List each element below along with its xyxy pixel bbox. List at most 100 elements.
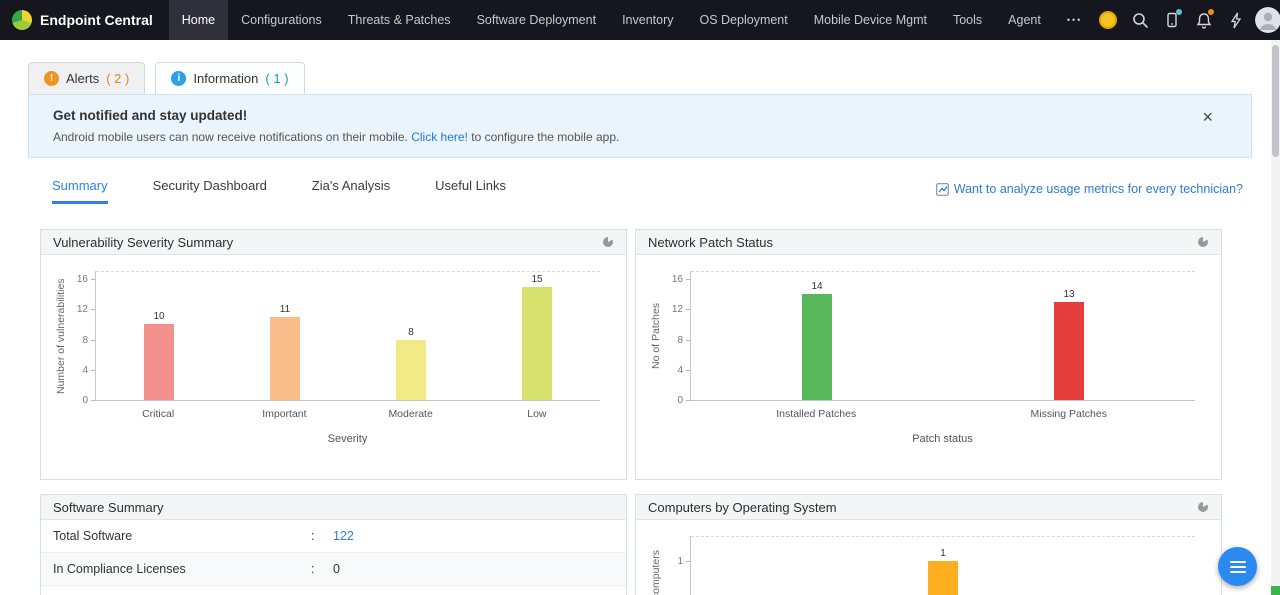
y-axis: 1 bbox=[662, 536, 690, 595]
pie-menu-icon[interactable] bbox=[602, 236, 614, 248]
software-summary-row: In Compliance Licenses : 0 bbox=[41, 553, 626, 586]
plot-area: 10 11 8 15 bbox=[95, 271, 600, 401]
floating-menu-button[interactable] bbox=[1218, 547, 1257, 586]
y-axis-label: Number of vulnerabilities bbox=[51, 271, 67, 401]
patch-bar-chart: No of Patches04812161413Installed Patche… bbox=[636, 255, 1221, 445]
separator: : bbox=[311, 562, 333, 576]
nav-item-home[interactable]: Home bbox=[169, 0, 228, 40]
bar-slot: 8 bbox=[396, 327, 426, 400]
card-header: Computers by Operating System bbox=[636, 495, 1221, 520]
bar-value-label: 8 bbox=[408, 327, 414, 338]
y-axis-tick: 1 bbox=[677, 556, 683, 567]
notification-banner: Get notified and stay updated! Android m… bbox=[28, 94, 1252, 158]
nav-item-configurations[interactable]: Configurations bbox=[228, 0, 335, 40]
search-icon[interactable] bbox=[1127, 7, 1153, 33]
software-summary-rows: Total Software : 122 In Compliance Licen… bbox=[41, 520, 626, 586]
alerts-label: Alerts bbox=[66, 71, 99, 86]
bar-slot: 10 bbox=[144, 311, 174, 400]
banner-text-after: to configure the mobile app. bbox=[471, 130, 619, 144]
rewards-coin-icon[interactable] bbox=[1095, 7, 1121, 33]
patch-chart-host: No of Patches04812161413Installed Patche… bbox=[636, 255, 1221, 445]
bar-value-label: 15 bbox=[531, 274, 542, 285]
nav-item-threats-patches[interactable]: Threats & Patches bbox=[335, 0, 464, 40]
vertical-scrollbar[interactable] bbox=[1271, 40, 1280, 595]
x-axis-tick: Critical bbox=[95, 408, 221, 420]
software-row-label: Total Software bbox=[53, 529, 311, 543]
x-axis-label: Patch status bbox=[690, 433, 1195, 445]
software-row-value-link[interactable]: 122 bbox=[333, 529, 354, 543]
software-summary-row: Total Software : 122 bbox=[41, 520, 626, 553]
chart-bar[interactable] bbox=[1054, 302, 1084, 400]
y-axis-tick: 16 bbox=[672, 274, 683, 285]
y-axis-tick: 16 bbox=[77, 274, 88, 285]
bar-slot: 11 bbox=[270, 304, 300, 400]
plot-area: 1 bbox=[690, 536, 1195, 595]
user-avatar[interactable] bbox=[1255, 7, 1280, 33]
x-axis-tick: Missing Patches bbox=[943, 408, 1196, 420]
bar-value-label: 11 bbox=[280, 304, 290, 315]
alerts-icon: ! bbox=[44, 71, 59, 86]
close-icon[interactable]: × bbox=[1202, 108, 1213, 126]
x-axis-tick: Important bbox=[221, 408, 347, 420]
card-title: Vulnerability Severity Summary bbox=[53, 235, 233, 250]
bar-value-label: 14 bbox=[811, 281, 822, 292]
y-axis-tick: 8 bbox=[677, 335, 683, 346]
mobile-app-icon[interactable] bbox=[1159, 7, 1185, 33]
card-header: Vulnerability Severity Summary bbox=[41, 230, 626, 255]
tab-summary[interactable]: Summary bbox=[52, 178, 108, 204]
chart-bar[interactable] bbox=[396, 340, 426, 400]
bar-slot: 15 bbox=[522, 274, 552, 400]
y-axis-tick: 12 bbox=[77, 304, 88, 315]
software-row-label: In Compliance Licenses bbox=[53, 562, 311, 576]
nav-item-software-deployment[interactable]: Software Deployment bbox=[464, 0, 610, 40]
nav-item-os-deployment[interactable]: OS Deployment bbox=[687, 0, 801, 40]
nav-item-tools[interactable]: Tools bbox=[940, 0, 995, 40]
y-axis-tick: 8 bbox=[82, 335, 88, 346]
nav-right-icons bbox=[1095, 0, 1280, 40]
tab-information[interactable]: i Information ( 1 ) bbox=[155, 62, 304, 94]
nav-item-agent[interactable]: Agent bbox=[995, 0, 1054, 40]
nav-item-more[interactable]: ••• bbox=[1054, 0, 1095, 40]
notifications-bell-icon[interactable] bbox=[1191, 7, 1217, 33]
bar-value-label: 10 bbox=[153, 311, 164, 322]
banner-title: Get notified and stay updated! bbox=[53, 108, 1181, 123]
tab-security-dashboard[interactable]: Security Dashboard bbox=[153, 178, 267, 204]
card-network-patch-status: Network Patch Status No of Patches048121… bbox=[635, 229, 1222, 480]
click-here-link[interactable]: Click here! bbox=[411, 130, 468, 144]
usage-metrics-link[interactable]: Want to analyze usage metrics for every … bbox=[936, 182, 1243, 204]
chart-bar[interactable] bbox=[928, 561, 958, 595]
information-count: ( 1 ) bbox=[265, 71, 288, 86]
pie-menu-icon[interactable] bbox=[1197, 236, 1209, 248]
brand-title: Endpoint Central bbox=[40, 12, 153, 28]
brand[interactable]: Endpoint Central bbox=[0, 0, 169, 40]
quick-actions-bolt-icon[interactable] bbox=[1223, 7, 1249, 33]
plot-area: 14 13 bbox=[690, 271, 1195, 401]
chart-bar[interactable] bbox=[144, 324, 174, 400]
nav-item-mobile-device-mgmt[interactable]: Mobile Device Mgmt bbox=[801, 0, 940, 40]
tab-useful-links[interactable]: Useful Links bbox=[435, 178, 506, 204]
bar-slot: 14 bbox=[802, 281, 832, 400]
chart-bar[interactable] bbox=[522, 287, 552, 400]
tab-zias-analysis[interactable]: Zia's Analysis bbox=[312, 178, 390, 204]
banner-text: Android mobile users can now receive not… bbox=[53, 130, 1181, 144]
scrollbar-corner bbox=[1271, 586, 1280, 595]
nav-item-inventory[interactable]: Inventory bbox=[609, 0, 686, 40]
x-axis-tick: Low bbox=[474, 408, 600, 420]
x-axis-tick: Installed Patches bbox=[690, 408, 943, 420]
pie-menu-icon[interactable] bbox=[1197, 501, 1209, 513]
card-header: Network Patch Status bbox=[636, 230, 1221, 255]
y-axis: 0481216 bbox=[67, 271, 95, 401]
y-axis-label: Number of computers bbox=[646, 536, 662, 595]
tab-alerts[interactable]: ! Alerts ( 2 ) bbox=[28, 62, 145, 94]
scrollbar-thumb[interactable] bbox=[1272, 45, 1279, 157]
y-axis-tick: 0 bbox=[82, 395, 88, 406]
alerts-count: ( 2 ) bbox=[106, 71, 129, 86]
bar-slot: 1 bbox=[928, 548, 958, 595]
chart-bar[interactable] bbox=[802, 294, 832, 400]
chart-bar[interactable] bbox=[270, 317, 300, 400]
y-axis-label: No of Patches bbox=[646, 271, 662, 401]
separator: : bbox=[311, 529, 333, 543]
card-title: Computers by Operating System bbox=[648, 500, 837, 515]
bar-value-label: 13 bbox=[1063, 289, 1074, 300]
information-label: Information bbox=[193, 71, 258, 86]
